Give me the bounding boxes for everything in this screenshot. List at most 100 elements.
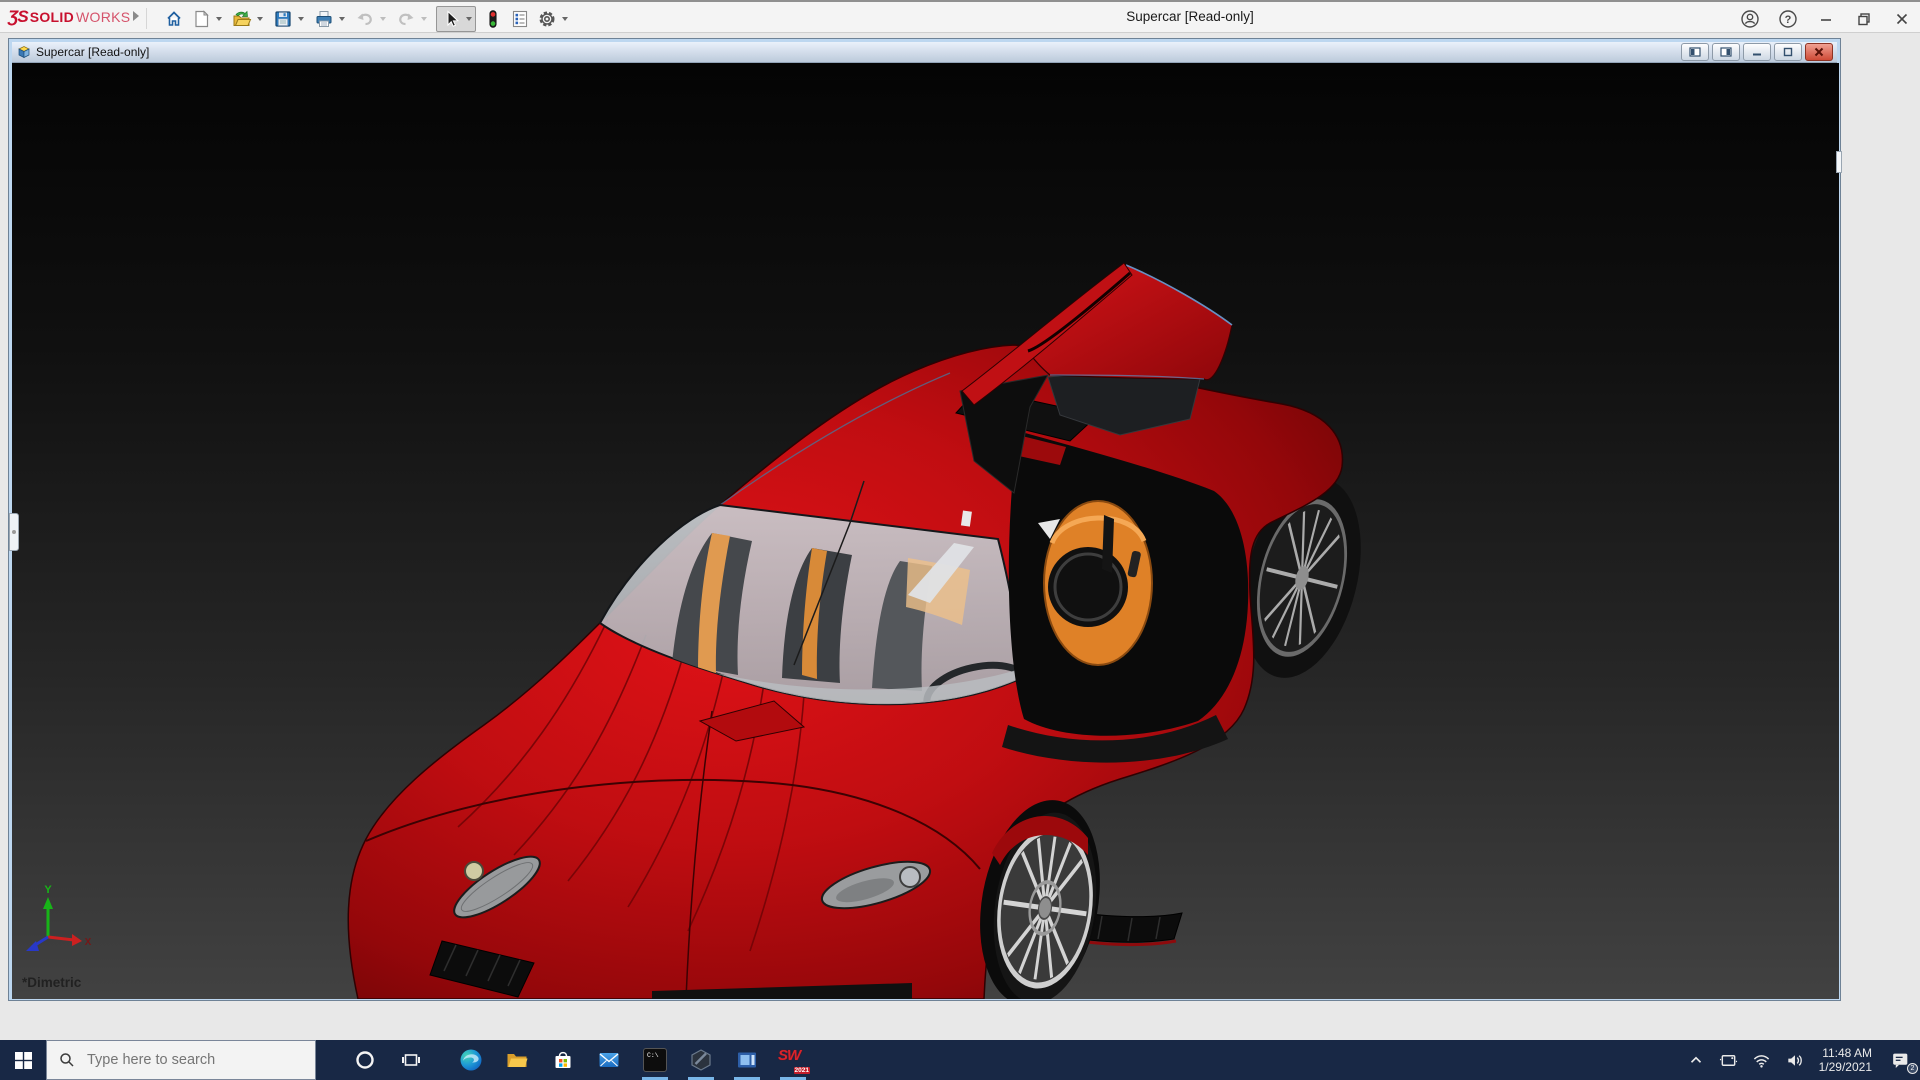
left-pane-icon bbox=[1689, 47, 1701, 57]
rebuild-button[interactable] bbox=[479, 6, 506, 32]
open-button[interactable] bbox=[228, 6, 255, 32]
close-button[interactable] bbox=[1890, 7, 1914, 31]
window-controls: ? bbox=[1738, 2, 1914, 35]
redo-dropdown[interactable] bbox=[419, 6, 429, 32]
document-restore-icon bbox=[1782, 47, 1794, 57]
supercar-3d-model[interactable]: Y X *Dimetric bbox=[12, 63, 1839, 999]
tray-chevron-button[interactable] bbox=[1680, 1040, 1712, 1080]
document-close-icon bbox=[1813, 47, 1825, 57]
windows-taskbar: C:\ SW 2021 bbox=[0, 1040, 1920, 1080]
restore-icon bbox=[1855, 10, 1873, 28]
taskbar-app-mail[interactable] bbox=[586, 1040, 632, 1080]
help-button[interactable]: ? bbox=[1776, 7, 1800, 31]
taskbar-search[interactable] bbox=[46, 1040, 316, 1080]
save-button[interactable] bbox=[269, 6, 296, 32]
undo-button[interactable] bbox=[351, 6, 378, 32]
right-panel-tab[interactable] bbox=[1836, 151, 1842, 173]
minimize-icon bbox=[1817, 10, 1835, 28]
print-icon bbox=[314, 9, 334, 29]
redo-icon bbox=[396, 9, 416, 29]
account-icon bbox=[1740, 9, 1760, 29]
show-left-pane-button[interactable] bbox=[1681, 43, 1709, 61]
select-tool-group bbox=[436, 6, 476, 32]
home-button[interactable] bbox=[160, 6, 187, 32]
taskbar-app-solidworks[interactable]: SW 2021 bbox=[770, 1040, 816, 1080]
open-dropdown[interactable] bbox=[255, 6, 265, 32]
undo-dropdown[interactable] bbox=[378, 6, 388, 32]
taskbar-app-hexagon[interactable] bbox=[678, 1040, 724, 1080]
options-button[interactable] bbox=[533, 6, 560, 32]
tray-display-button[interactable] bbox=[1712, 1040, 1745, 1080]
save-icon bbox=[273, 9, 293, 29]
start-button[interactable] bbox=[0, 1040, 46, 1080]
tray-date: 1/29/2021 bbox=[1819, 1060, 1872, 1074]
close-icon bbox=[1893, 10, 1911, 28]
search-icon bbox=[59, 1052, 75, 1068]
store-icon bbox=[551, 1048, 575, 1072]
task-view-button[interactable] bbox=[388, 1040, 434, 1080]
cortana-icon bbox=[355, 1050, 375, 1070]
document-minimize-button[interactable] bbox=[1743, 43, 1771, 61]
speaker-icon bbox=[1785, 1051, 1804, 1070]
open-folder-icon bbox=[231, 9, 252, 29]
redo-button[interactable] bbox=[392, 6, 419, 32]
command-prompt-icon: C:\ bbox=[643, 1048, 667, 1072]
help-icon: ? bbox=[1778, 9, 1798, 29]
toolbar-separator bbox=[146, 8, 147, 29]
notification-center-button[interactable]: 2 bbox=[1880, 1040, 1920, 1080]
collapsed-panel-tab[interactable] bbox=[9, 513, 19, 551]
menu-flyout-arrow-icon[interactable] bbox=[133, 11, 139, 21]
tray-wifi-button[interactable] bbox=[1745, 1040, 1778, 1080]
new-document-button[interactable] bbox=[187, 6, 214, 32]
solidworks-logo: ƷS SOLIDWORKS bbox=[8, 7, 130, 27]
document-restore-button[interactable] bbox=[1774, 43, 1802, 61]
options-dropdown[interactable] bbox=[560, 6, 570, 32]
task-view-icon bbox=[401, 1050, 421, 1070]
cortana-button[interactable] bbox=[342, 1040, 388, 1080]
document-window: Supercar [Read-only] bbox=[8, 38, 1841, 1001]
chevron-up-icon bbox=[1687, 1051, 1705, 1069]
solidworks-icon-label: SW bbox=[778, 1047, 800, 1064]
select-tool-button[interactable] bbox=[437, 6, 464, 32]
new-document-icon bbox=[191, 9, 211, 29]
file-properties-icon bbox=[510, 9, 530, 29]
taskbar-app-edge[interactable] bbox=[448, 1040, 494, 1080]
taskbar-app-command-prompt[interactable]: C:\ bbox=[632, 1040, 678, 1080]
solidworks-icon-year: 2021 bbox=[794, 1067, 810, 1074]
taskbar-app-file-explorer[interactable] bbox=[494, 1040, 540, 1080]
document-title: Supercar [Read-only] bbox=[36, 45, 149, 59]
document-close-button[interactable] bbox=[1805, 43, 1833, 61]
tray-clock[interactable]: 11:48 AM 1/29/2021 bbox=[1811, 1040, 1880, 1080]
solidworks-logo-mark: ƷS bbox=[8, 7, 28, 27]
minimize-button[interactable] bbox=[1814, 7, 1838, 31]
file-explorer-icon bbox=[505, 1048, 529, 1072]
system-tray: 11:48 AM 1/29/2021 2 bbox=[1680, 1040, 1920, 1080]
file-properties-button[interactable] bbox=[506, 6, 533, 32]
document-title-bar[interactable]: Supercar [Read-only] bbox=[12, 42, 1837, 63]
display-icon bbox=[1719, 1051, 1738, 1070]
restore-button[interactable] bbox=[1852, 7, 1876, 31]
undo-icon bbox=[355, 9, 375, 29]
tray-volume-button[interactable] bbox=[1778, 1040, 1811, 1080]
select-tool-dropdown[interactable] bbox=[464, 6, 474, 32]
taskbar-app-window[interactable] bbox=[724, 1040, 770, 1080]
taskbar-app-store[interactable] bbox=[540, 1040, 586, 1080]
hexagon-app-icon bbox=[689, 1048, 713, 1072]
show-right-pane-button[interactable] bbox=[1712, 43, 1740, 61]
graphics-viewport[interactable]: Y X *Dimetric bbox=[12, 63, 1839, 999]
account-button[interactable] bbox=[1738, 7, 1762, 31]
home-icon bbox=[164, 9, 184, 29]
notification-badge: 2 bbox=[1907, 1063, 1918, 1074]
windows-logo-icon bbox=[15, 1052, 32, 1069]
print-dropdown[interactable] bbox=[337, 6, 347, 32]
new-document-dropdown[interactable] bbox=[214, 6, 224, 32]
print-button[interactable] bbox=[310, 6, 337, 32]
search-input[interactable] bbox=[85, 1051, 285, 1069]
window-app-icon bbox=[735, 1048, 759, 1072]
part-document-icon bbox=[16, 45, 31, 59]
save-dropdown[interactable] bbox=[296, 6, 306, 32]
mail-icon bbox=[597, 1048, 621, 1072]
rebuild-traffic-light-icon bbox=[483, 9, 503, 29]
app-title: Supercar [Read-only] bbox=[1020, 9, 1360, 24]
wifi-icon bbox=[1752, 1051, 1771, 1070]
